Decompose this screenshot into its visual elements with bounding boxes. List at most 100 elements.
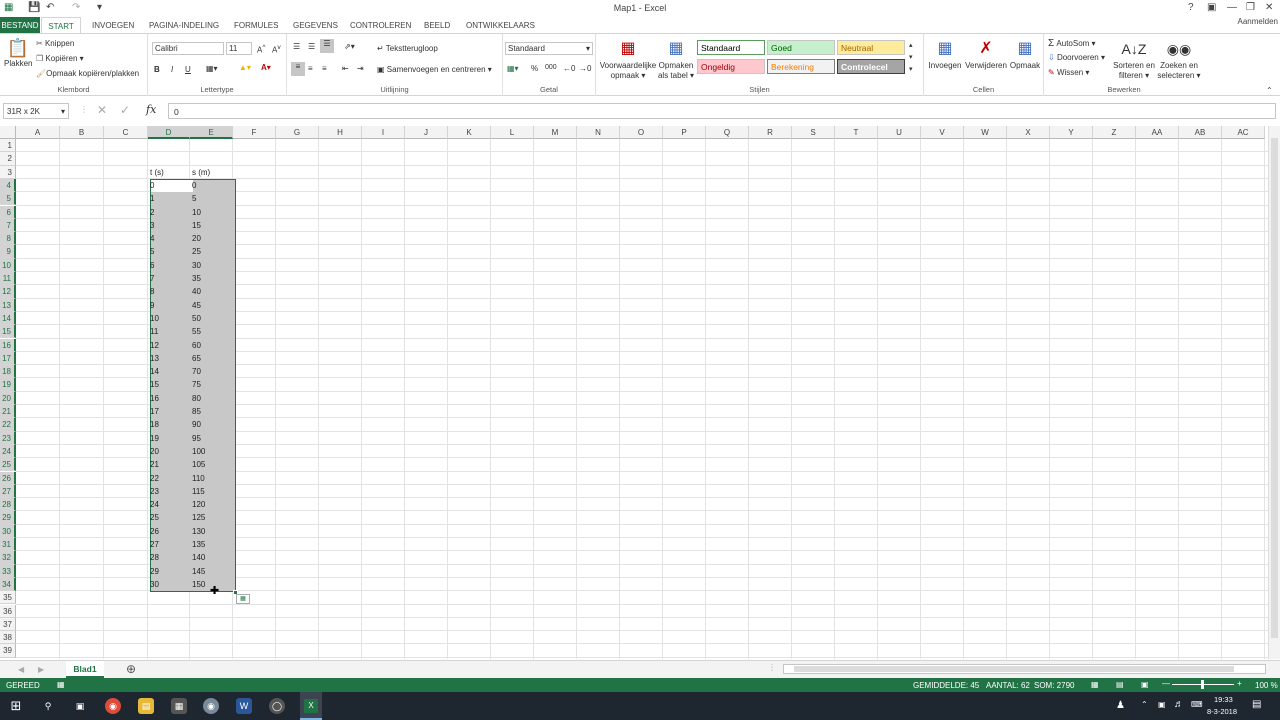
cell[interactable]: 55 [190, 325, 201, 336]
column-header[interactable]: S [792, 126, 835, 139]
formula-input[interactable]: 0 [168, 103, 1276, 119]
tab-review[interactable]: CONTROLEREN [350, 21, 411, 30]
row-header[interactable]: 17 [0, 351, 16, 366]
zoom-slider[interactable] [1172, 680, 1234, 689]
file-explorer-icon[interactable]: ▤ [138, 698, 154, 714]
vertical-scrollbar[interactable] [1268, 126, 1280, 659]
help-icon[interactable]: ? [1188, 2, 1194, 13]
column-header[interactable]: B [60, 126, 104, 139]
column-header[interactable]: Z [1093, 126, 1136, 139]
insert-function-button[interactable]: fx [146, 103, 156, 116]
align-center-icon[interactable]: ≡ [308, 64, 313, 73]
row-header[interactable]: 22 [0, 418, 16, 432]
copy-button[interactable]: ❐ Kopiëren ▾ [36, 54, 84, 63]
row-header[interactable]: 4 [0, 178, 16, 193]
normal-view-icon[interactable]: ▦ [1091, 680, 1099, 689]
row-header[interactable]: 2 [0, 152, 16, 166]
row-header[interactable]: 31 [0, 538, 16, 552]
underline-button[interactable]: U [185, 65, 191, 74]
cell[interactable]: 0 [148, 179, 154, 190]
enter-icon[interactable]: ✓ [120, 103, 130, 117]
ribbon-options-icon[interactable]: ▣ [1207, 2, 1216, 13]
row-header[interactable]: 38 [0, 631, 16, 645]
cell[interactable]: 27 [148, 538, 159, 549]
cell[interactable]: 60 [190, 339, 201, 350]
column-header[interactable]: U [878, 126, 921, 139]
style-check-cell[interactable]: Controlecel [837, 59, 905, 74]
column-header[interactable]: L [491, 126, 534, 139]
row-header[interactable]: 33 [0, 564, 16, 578]
style-calculation[interactable]: Berekening [767, 59, 835, 74]
cell[interactable]: 105 [190, 458, 205, 469]
format-as-table-button[interactable]: ▦ Opmaken als tabel ▾ [656, 37, 696, 81]
cell[interactable]: 8 [148, 285, 154, 296]
cell[interactable]: 17 [148, 405, 159, 416]
format-cells-button[interactable]: ▦ Opmaak [1008, 37, 1042, 71]
column-header[interactable]: G [276, 126, 319, 139]
align-left-icon[interactable]: ≡ [291, 62, 305, 76]
macro-record-icon[interactable]: ▦ [57, 680, 65, 689]
cell[interactable]: t (s) [148, 166, 164, 177]
row-header[interactable]: 39 [0, 644, 16, 658]
cell[interactable]: s (m) [190, 166, 210, 177]
column-header[interactable]: I [362, 126, 405, 139]
cell[interactable]: 115 [190, 485, 205, 496]
column-header[interactable]: H [319, 126, 362, 139]
row-header[interactable]: 8 [0, 232, 16, 246]
zoom-thumb[interactable] [1201, 680, 1204, 689]
column-header[interactable]: E [190, 126, 233, 139]
page-layout-view-icon[interactable]: ▤ [1116, 680, 1124, 689]
cell[interactable]: 7 [148, 272, 154, 283]
row-header[interactable]: 19 [0, 378, 16, 392]
increase-decimal-icon[interactable]: ←0 [563, 64, 575, 73]
cell[interactable]: 90 [190, 418, 201, 429]
cell[interactable]: 26 [148, 525, 159, 536]
search-icon[interactable]: ⚲ [40, 698, 56, 714]
percent-button[interactable]: % [531, 64, 538, 73]
format-painter-button[interactable]: 🖌Opmaak kopiëren/plakken [36, 69, 139, 78]
zoom-out-icon[interactable]: — [1162, 679, 1170, 688]
row-header[interactable]: 1 [0, 139, 16, 153]
row-header[interactable]: 24 [0, 444, 16, 459]
cell[interactable]: 16 [148, 392, 159, 403]
cell[interactable]: 10 [190, 206, 201, 217]
column-header[interactable]: O [620, 126, 663, 139]
align-bottom-icon[interactable]: ☰ [320, 39, 334, 53]
increase-indent-icon[interactable]: ⇥ [357, 64, 364, 73]
excel-taskbar-icon[interactable]: X [300, 692, 322, 720]
cell[interactable]: 140 [190, 551, 205, 562]
row-header[interactable]: 18 [0, 365, 16, 379]
row-header[interactable]: 16 [0, 338, 16, 352]
cell[interactable]: 23 [148, 485, 159, 496]
cell[interactable]: 40 [190, 285, 201, 296]
cell[interactable]: 150 [190, 578, 205, 589]
tab-insert[interactable]: INVOEGEN [92, 21, 134, 30]
cell[interactable]: 19 [148, 432, 159, 443]
align-top-icon[interactable]: ☰ [293, 42, 300, 51]
sign-in-link[interactable]: Aanmelden [1238, 17, 1278, 26]
paste-button[interactable]: 📋 Plakken [4, 37, 32, 69]
minimize-icon[interactable]: — [1227, 2, 1237, 13]
row-header[interactable]: 34 [0, 577, 16, 592]
cell[interactable]: 13 [148, 352, 159, 363]
align-middle-icon[interactable]: ☰ [308, 42, 315, 51]
cell[interactable]: 20 [190, 232, 201, 243]
row-header[interactable]: 7 [0, 218, 16, 233]
column-header[interactable]: AA [1136, 126, 1179, 139]
style-bad[interactable]: Ongeldig [697, 59, 765, 74]
cell[interactable]: 11 [148, 325, 158, 336]
cell[interactable]: 70 [190, 365, 201, 376]
tab-split-icon[interactable]: ⋮ [768, 663, 776, 672]
cell[interactable]: 120 [190, 498, 205, 509]
row-header[interactable]: 9 [0, 245, 16, 259]
cell[interactable]: 20 [148, 445, 159, 456]
cell[interactable]: 145 [190, 565, 205, 576]
delete-cells-button[interactable]: ✗ Verwijderen [964, 37, 1008, 71]
row-header[interactable]: 13 [0, 298, 16, 312]
column-header[interactable]: Q [706, 126, 749, 139]
cell[interactable]: 35 [190, 272, 201, 283]
column-header[interactable]: Y [1050, 126, 1093, 139]
row-header[interactable]: 35 [0, 591, 16, 605]
row-header[interactable]: 20 [0, 391, 16, 405]
tab-page-layout[interactable]: PAGINA-INDELING [149, 21, 219, 30]
